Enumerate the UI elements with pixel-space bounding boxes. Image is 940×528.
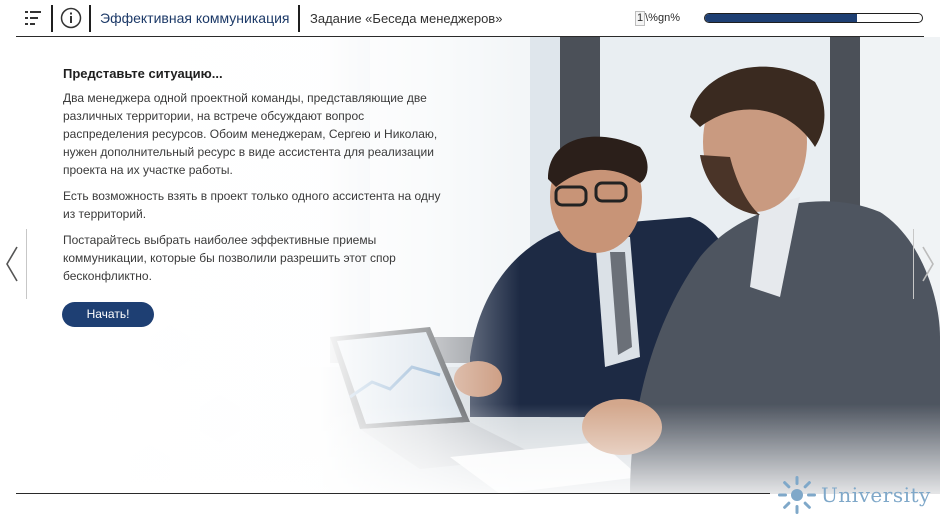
intro-paragraph: Постарайтесь выбрать наиболее эффективны… [63,233,396,283]
intro-heading: Представьте ситуацию... [63,66,223,81]
page-current-number: 1 [635,11,646,26]
chevron-right-icon [922,246,934,282]
toolbar-divider [51,5,53,32]
top-bar: Эффективная коммуникация Задание «Беседа… [16,0,924,37]
progress-bar [704,13,923,23]
toolbar-divider [298,5,300,32]
university-logo: University [776,474,936,516]
info-icon[interactable] [60,7,82,29]
task-title: Задание «Беседа менеджеров» [310,11,503,26]
logo-wordmark: University [821,483,931,507]
page-indicator: 1 \%gn% [635,11,680,26]
intro-text-block: Представьте ситуацию... Два менеджера од… [63,66,443,293]
chevron-left-icon [6,246,18,282]
intro-paragraph: Два менеджера одной проектной команды, п… [63,91,438,177]
course-slide: Эффективная коммуникация Задание «Беседа… [0,0,940,528]
next-slide-button[interactable] [913,229,940,299]
menu-list-icon[interactable] [22,7,44,29]
start-button[interactable]: Начать! [62,302,154,327]
prev-slide-button[interactable] [0,229,27,299]
course-title: Эффективная коммуникация [100,10,290,26]
logo-sun-icon [778,476,816,514]
page-total-placeholder: \%gn% [645,12,680,24]
intro-paragraph: Есть возможность взять в проект только о… [63,189,441,221]
progress-fill [705,14,857,22]
toolbar-divider [89,5,91,32]
bottom-divider [16,493,770,494]
